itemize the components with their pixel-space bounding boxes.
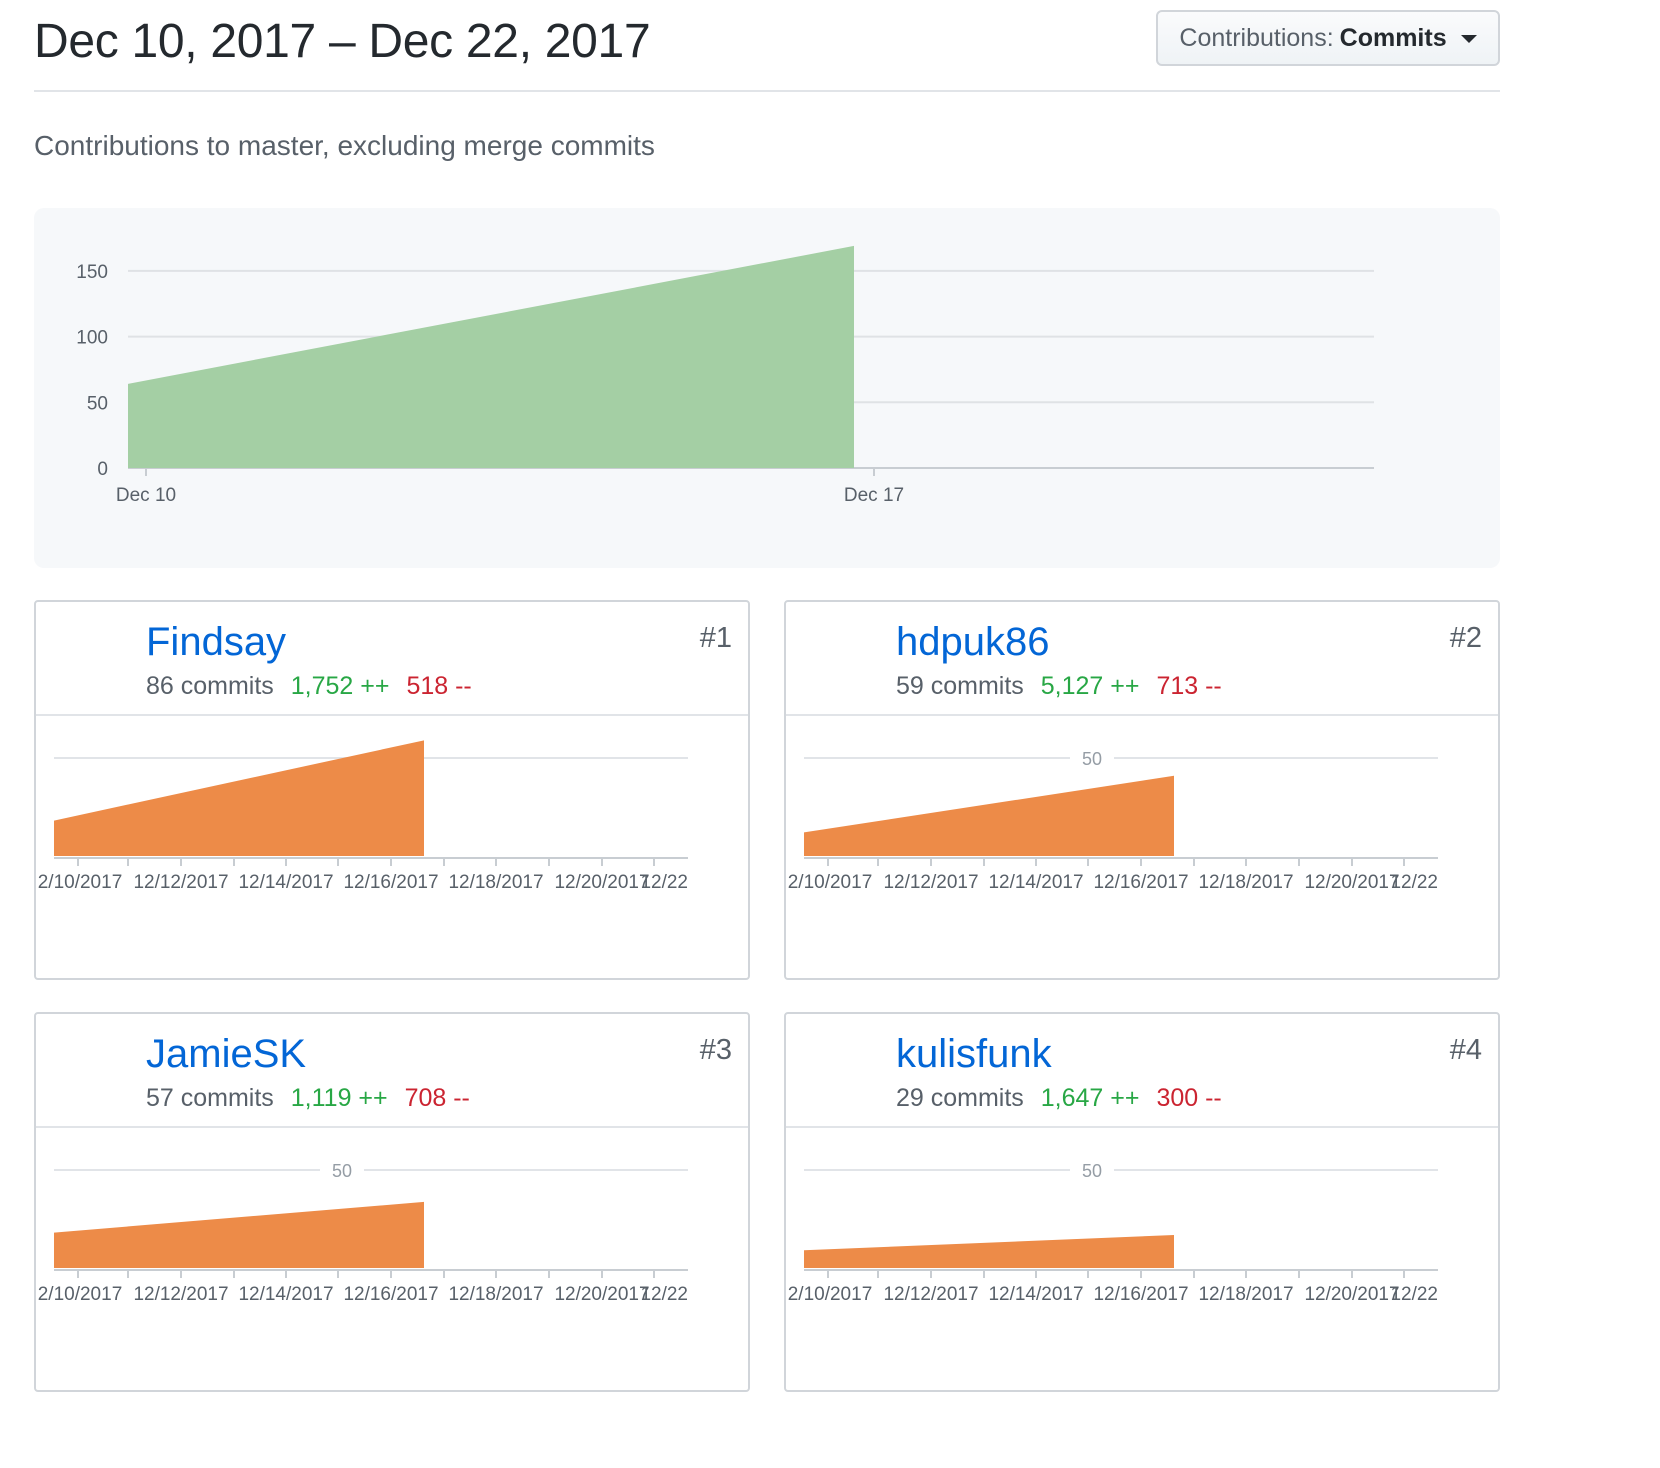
commit-count: 29 commits — [896, 1084, 1024, 1112]
caret-down-icon — [1460, 35, 1477, 43]
deletions-count: 300 -- — [1156, 1084, 1222, 1112]
contributor-card: Findsay 86 commits 1,752 ++ 518 -- #1 2/… — [34, 600, 750, 980]
main-chart-svg: 0 50 100 150 Dec 10 Dec 17 — [76, 245, 1374, 506]
contributor-chart-svg: 50 2/10/2017 12/12/2017 12/14/2017 12/16/201… — [788, 749, 1438, 893]
contributor-card: hdpuk86 59 commits 5,127 ++ 713 -- #2 50… — [784, 600, 1500, 980]
x-tick-label: 12/14/2017 — [238, 872, 333, 893]
x-tick-label: 12/18/2017 — [448, 872, 543, 893]
x-tick-label: 2/10/2017 — [788, 872, 873, 893]
contributions-area-chart: 0 50 100 150 Dec 10 Dec 17 — [34, 208, 1500, 568]
y-tick-label: 50 — [1082, 1161, 1102, 1181]
x-tick-label: 12/22 — [640, 872, 688, 893]
area-series — [804, 1234, 1174, 1268]
contributor-rank: #3 — [699, 1034, 732, 1066]
additions-count: 1,752 ++ — [290, 672, 390, 700]
x-tick-label: 12/14/2017 — [988, 1284, 1083, 1305]
x-tick-label: 12/22 — [1390, 1284, 1438, 1305]
contributor-card-header: JamieSK 57 commits 1,119 ++ 708 -- #3 — [36, 1014, 748, 1128]
contributor-stats: 59 commits 5,127 ++ 713 -- — [896, 672, 1222, 701]
contributor-card: kulisfunk 29 commits 1,647 ++ 300 -- #4 … — [784, 1012, 1500, 1392]
x-tick-label: 12/22 — [640, 1284, 688, 1305]
contributor-card-header: kulisfunk 29 commits 1,647 ++ 300 -- #4 — [786, 1014, 1498, 1128]
x-tick-label: 2/10/2017 — [788, 1284, 873, 1305]
commit-count: 59 commits — [896, 672, 1024, 700]
commit-count: 86 commits — [146, 672, 274, 700]
contributor-username-link[interactable]: Findsay — [146, 620, 286, 665]
contributor-stats: 29 commits 1,647 ++ 300 -- — [896, 1084, 1222, 1113]
contributor-username-link[interactable]: hdpuk86 — [896, 620, 1049, 665]
avatar[interactable] — [802, 1030, 880, 1108]
x-tick-label: 12/12/2017 — [133, 1284, 228, 1305]
contributor-chart-svg: 50 2/10/2017 12/12/2017 12/14/2017 12/16/201… — [38, 1161, 688, 1305]
y-tick-label: 150 — [76, 262, 108, 283]
x-tick-label: 12/14/2017 — [988, 872, 1083, 893]
y-tick-label: 50 — [332, 1161, 352, 1181]
x-tick-label: 2/10/2017 — [38, 872, 123, 893]
contributor-card-header: hdpuk86 59 commits 5,127 ++ 713 -- #2 — [786, 602, 1498, 716]
additions-count: 1,119 ++ — [290, 1084, 388, 1112]
x-tick-label: 12/16/2017 — [1093, 872, 1188, 893]
area-series — [804, 775, 1174, 856]
x-tick-label: 12/18/2017 — [448, 1284, 543, 1305]
x-tick-label: 12/16/2017 — [343, 1284, 438, 1305]
x-tick-label: 12/16/2017 — [343, 872, 438, 893]
y-tick-label: 100 — [76, 328, 108, 349]
x-tick-label: 12/18/2017 — [1198, 1284, 1293, 1305]
x-tick-label: 12/20/2017 — [554, 1284, 649, 1305]
avatar[interactable] — [802, 618, 880, 696]
deletions-count: 713 -- — [1156, 672, 1222, 700]
area-series — [54, 1201, 424, 1268]
x-tick-label: 12/12/2017 — [883, 1284, 978, 1305]
contributor-username-link[interactable]: JamieSK — [146, 1032, 306, 1077]
contributions-dropdown-button[interactable]: Contributions: Commits — [1156, 10, 1500, 66]
contributor-card-header: Findsay 86 commits 1,752 ++ 518 -- #1 — [36, 602, 748, 716]
contributor-chart-svg: 2/10/2017 12/12/2017 12/14/2017 12/16/2017 1… — [38, 740, 688, 893]
contributor-stats: 57 commits 1,119 ++ 708 -- — [146, 1084, 470, 1113]
deletions-count: 708 -- — [404, 1084, 470, 1112]
contributions-label: Contributions: — [1179, 23, 1334, 52]
y-tick-label: 50 — [87, 393, 108, 414]
page-header: Dec 10, 2017 – Dec 22, 2017 Contribution… — [34, 0, 1500, 92]
contributor-stats: 86 commits 1,752 ++ 518 -- — [146, 672, 472, 701]
y-tick-label: 0 — [97, 459, 108, 480]
x-tick-label: 2/10/2017 — [38, 1284, 123, 1305]
x-tick-label: 12/12/2017 — [883, 872, 978, 893]
commit-count: 57 commits — [146, 1084, 274, 1112]
contributor-rank: #2 — [1449, 622, 1482, 654]
contributor-rank: #1 — [699, 622, 732, 654]
x-tick-label: Dec 10 — [116, 485, 176, 506]
x-tick-label: 12/12/2017 — [133, 872, 228, 893]
chart-subtitle: Contributions to master, excluding merge… — [34, 130, 655, 161]
x-tick-label: Dec 17 — [844, 485, 904, 506]
x-tick-label: 12/20/2017 — [1304, 872, 1399, 893]
contributor-chart-svg: 50 2/10/2017 12/12/2017 12/14/2017 12/16/201… — [788, 1161, 1438, 1305]
x-tick-label: 12/20/2017 — [1304, 1284, 1399, 1305]
additions-count: 5,127 ++ — [1040, 672, 1140, 700]
x-tick-label: 12/16/2017 — [1093, 1284, 1188, 1305]
additions-count: 1,647 ++ — [1040, 1084, 1140, 1112]
y-tick-label: 50 — [1082, 749, 1102, 769]
deletions-count: 518 -- — [406, 672, 472, 700]
area-series — [128, 245, 854, 468]
x-tick-label: 12/22 — [1390, 872, 1438, 893]
contributor-username-link[interactable]: kulisfunk — [896, 1032, 1052, 1077]
contributor-rank: #4 — [1449, 1034, 1482, 1066]
contributor-card: JamieSK 57 commits 1,119 ++ 708 -- #3 50… — [34, 1012, 750, 1392]
avatar[interactable] — [52, 1030, 130, 1108]
page-title: Dec 10, 2017 – Dec 22, 2017 — [34, 15, 651, 68]
x-tick-label: 12/18/2017 — [1198, 872, 1293, 893]
x-tick-label: 12/20/2017 — [554, 872, 649, 893]
avatar[interactable] — [52, 618, 130, 696]
x-tick-label: 12/14/2017 — [238, 1284, 333, 1305]
contributions-value: Commits — [1339, 23, 1447, 52]
